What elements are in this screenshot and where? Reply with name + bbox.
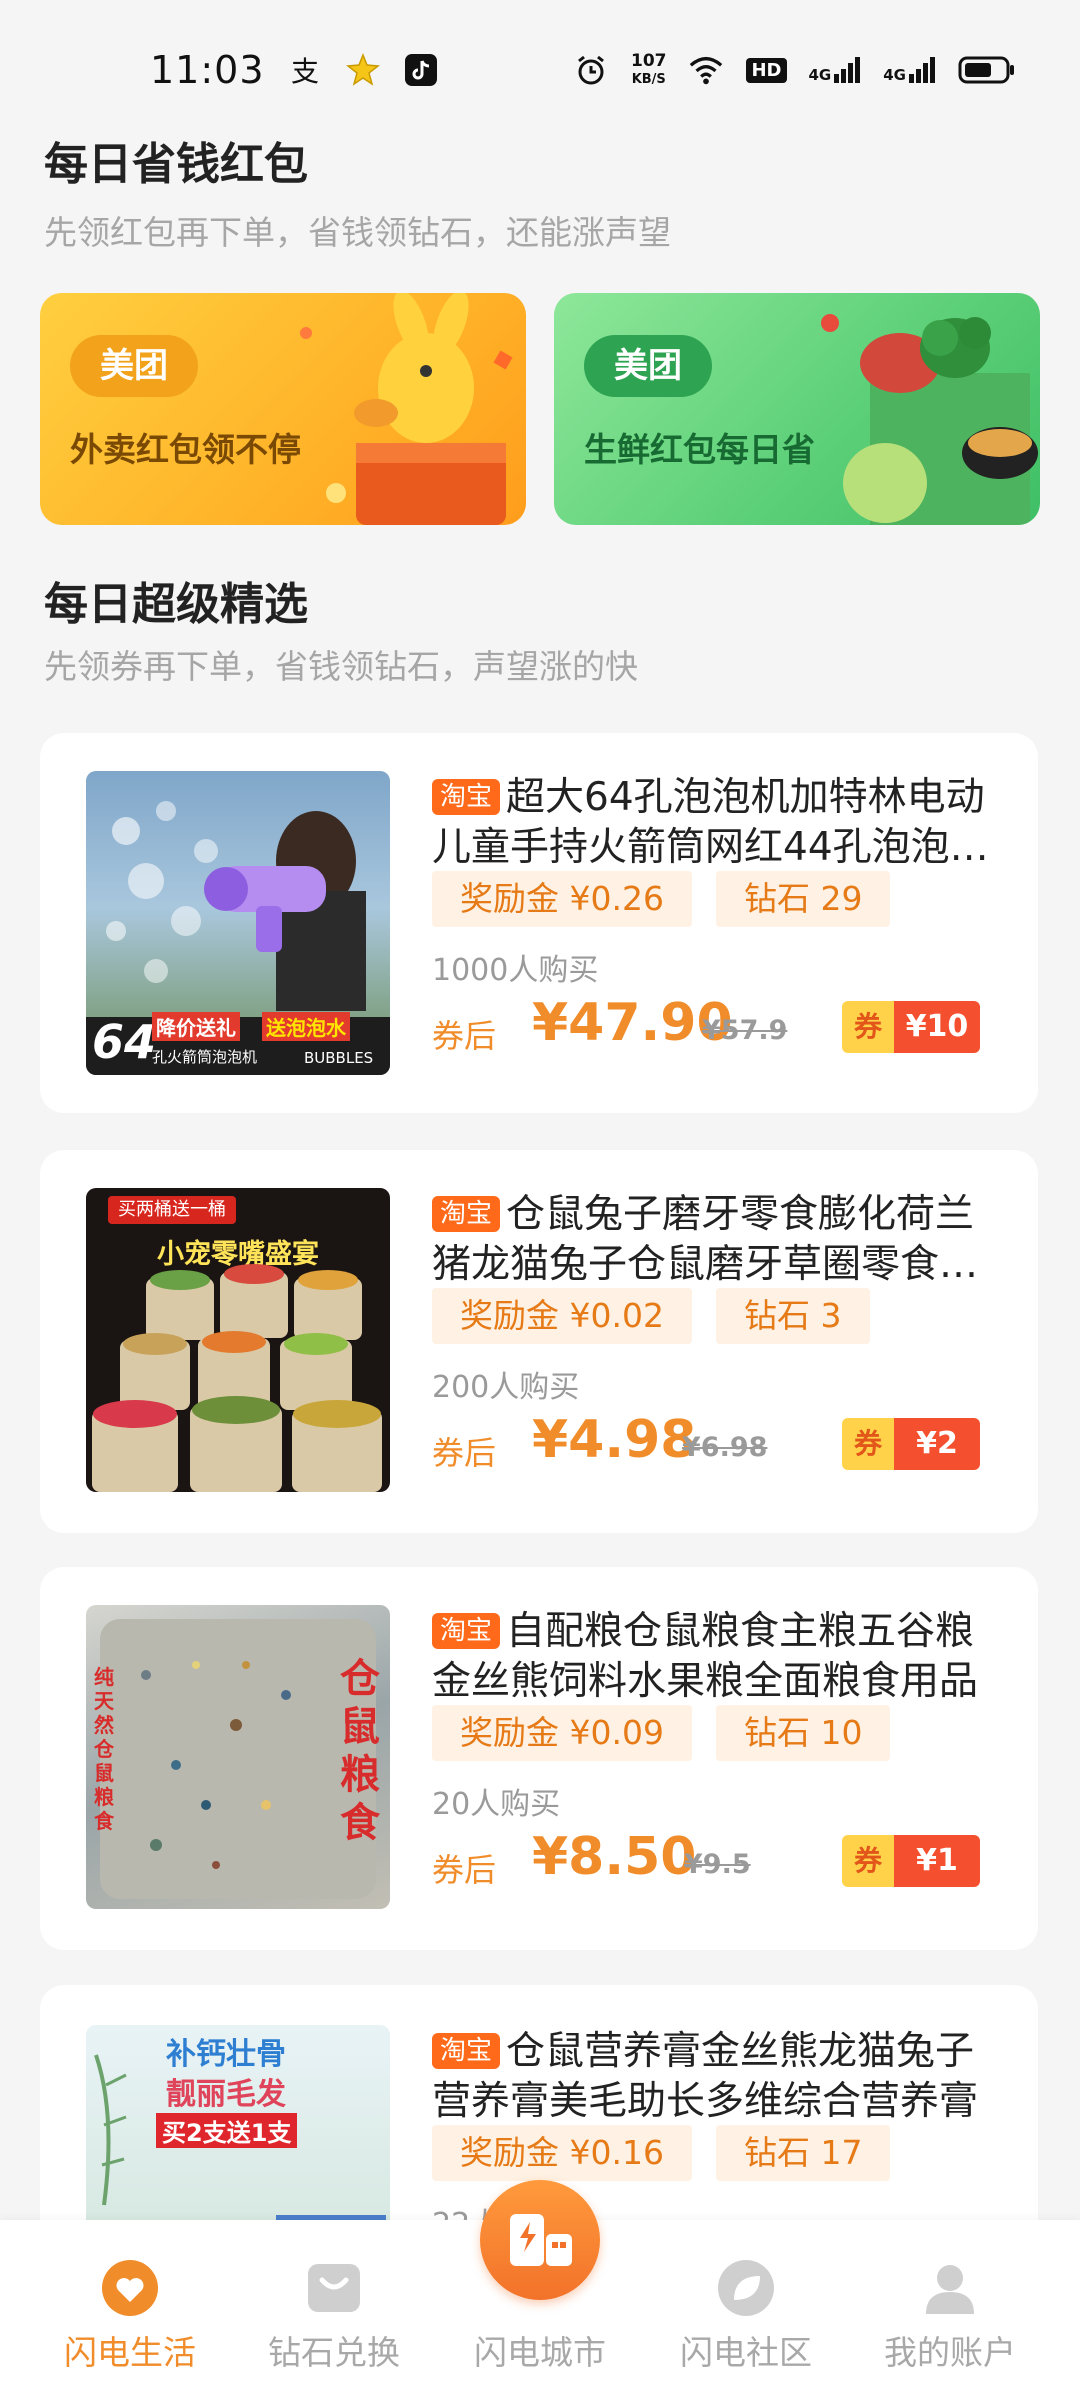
signal-icon xyxy=(834,57,861,83)
price: ¥4.98 xyxy=(532,1410,697,1470)
taobao-badge: 淘宝 xyxy=(432,779,501,815)
product-title: 淘宝仓鼠兔子磨牙零食膨化荷兰猪龙猫兔子仓鼠磨牙草圈零食用品 xyxy=(432,1192,979,1287)
diamond-tag: 钻石 3 xyxy=(716,1288,870,1344)
redpack-section-title: 每日省钱红包 xyxy=(44,139,308,190)
svg-text:支: 支 xyxy=(291,55,319,87)
leaf-icon xyxy=(718,2260,774,2316)
after-coupon-label: 券后 xyxy=(432,1434,497,1472)
gun-subtitle: 孔火箭筒泡泡机 xyxy=(152,1048,258,1066)
original-price: ¥57.9 xyxy=(702,1015,788,1046)
product-card[interactable]: 64 降价送礼 送泡泡水 孔火箭筒泡泡机 BUBBLES 淘宝 超大64孔泡泡机加… xyxy=(40,733,1038,1113)
sold-count: 1000人购买 xyxy=(432,953,599,988)
nav-label: 闪电城市 xyxy=(474,2333,606,2372)
status-bar: 11:03 支 107 KB/S HD 4G 4G xyxy=(0,0,1080,140)
snack-jars-image xyxy=(92,1264,382,1492)
person-icon xyxy=(926,2265,974,2314)
hd-badge: HD xyxy=(746,57,787,83)
meituan-brand-pill: 美团 xyxy=(584,335,712,397)
paste-line-3: 买2支送1支 xyxy=(156,2113,298,2148)
original-price: ¥6.98 xyxy=(682,1432,768,1463)
gun-badge-number: 64 xyxy=(92,1015,157,1069)
coupon-label: 券 xyxy=(842,1418,894,1470)
meituan-fresh-banner[interactable]: 美团 生鲜红包每日省 xyxy=(554,293,1040,525)
diamond-tag: 钻石 17 xyxy=(716,2125,891,2181)
signal-2: 4G xyxy=(883,56,936,84)
coupon-value: ¥2 xyxy=(894,1418,980,1470)
vegetables-icon xyxy=(821,314,1038,525)
taobao-badge: 淘宝 xyxy=(432,1196,501,1232)
nav-item-diamond-exchange[interactable]: 钻石兑换 xyxy=(226,2220,442,2400)
coupon-badge[interactable]: 券 ¥10 xyxy=(842,1001,980,1053)
tiktok-icon xyxy=(403,52,439,88)
banner-text: 生鲜红包每日省 xyxy=(584,430,815,469)
meituan-food-banner[interactable]: 美团 外卖红包领不停 xyxy=(40,293,526,525)
coupon-value: ¥1 xyxy=(894,1835,980,1887)
alarm-icon xyxy=(573,52,609,88)
nav-label: 闪电生活 xyxy=(64,2333,196,2372)
original-price: ¥9.5 xyxy=(684,1849,751,1880)
taobao-badge: 淘宝 xyxy=(432,1613,501,1649)
product-card[interactable]: 买两桶送一桶 小宠零嘴盛宴 淘宝 仓鼠兔子磨牙零食膨化荷兰猪龙猫兔子仓鼠磨牙草圈零… xyxy=(40,1150,1038,1533)
coupon-badge[interactable]: 券 ¥1 xyxy=(842,1835,980,1887)
nav-label: 钻石兑换 xyxy=(268,2333,400,2372)
picks-section-title: 每日超级精选 xyxy=(44,579,308,630)
gun-bubbles-label: BUBBLES xyxy=(304,1049,374,1067)
nav-item-life[interactable]: 闪电生活 xyxy=(22,2220,238,2400)
product-image: 买两桶送一桶 小宠零嘴盛宴 xyxy=(86,1188,390,1492)
grain-side-label: 纯天然 仓鼠粮食 xyxy=(94,1665,114,1833)
reward-tag: 奖励金 ¥0.09 xyxy=(432,1705,692,1761)
diamond-tag: 钻石 10 xyxy=(716,1705,891,1761)
reward-tag: 奖励金 ¥0.02 xyxy=(432,1288,692,1344)
coupon-label: 券 xyxy=(842,1001,894,1053)
status-time: 11:03 xyxy=(150,48,265,92)
lightning-city-button[interactable] xyxy=(480,2180,600,2300)
heart-icon xyxy=(102,2260,158,2316)
banner-text: 外卖红包领不停 xyxy=(70,430,301,469)
product-title: 淘宝超大64孔泡泡机加特林电动儿童手持火箭筒网红44孔泡泡枪玩具 xyxy=(432,775,989,870)
product-title: 淘宝 自配粮仓鼠粮食主粮五谷粮金丝熊饲料水果粮全面粮食用品 xyxy=(432,1609,979,1704)
product-card[interactable]: 纯天然 仓鼠粮食 仓鼠粮食 淘宝 自配粮仓鼠粮食主粮五谷粮金丝熊饲料水果粮全面粮食… xyxy=(40,1567,1038,1950)
picks-section-subtitle: 先领券再下单，省钱领钻石，声望涨的快 xyxy=(44,647,638,686)
product-title: 淘宝 仓鼠营养膏金丝熊龙猫兔子营养膏美毛助长多维综合营养膏 xyxy=(432,2029,979,2124)
product-image: 64 降价送礼 送泡泡水 孔火箭筒泡泡机 BUBBLES xyxy=(86,771,390,1075)
after-coupon-label: 券后 xyxy=(432,1851,497,1889)
gun-banner-2: 送泡泡水 xyxy=(262,1012,350,1041)
diamond-tag: 钻石 29 xyxy=(716,871,891,927)
coupon-value: ¥10 xyxy=(894,1001,980,1053)
bag-icon xyxy=(308,2264,360,2312)
coupon-label: 券 xyxy=(842,1835,894,1887)
nav-label: 闪电社区 xyxy=(680,2333,812,2372)
price: ¥8.50 xyxy=(532,1827,697,1887)
taobao-badge: 淘宝 xyxy=(432,2033,501,2069)
nav-label: 我的账户 xyxy=(884,2333,1016,2372)
network-speed: 107 KB/S xyxy=(630,50,667,87)
paste-line-1: 补钙壮骨 xyxy=(166,2037,286,2072)
sold-count: 200人购买 xyxy=(432,1370,580,1405)
reward-tag: 奖励金 ¥0.16 xyxy=(432,2125,692,2181)
battery-icon xyxy=(958,52,1016,88)
after-coupon-label: 券后 xyxy=(432,1017,497,1055)
alipay-icon: 支 xyxy=(287,52,323,88)
nav-item-community[interactable]: 闪电社区 xyxy=(638,2220,854,2400)
paste-line-2: 靓丽毛发 xyxy=(166,2077,286,2112)
lightning-city-icon xyxy=(510,2214,572,2266)
gun-banner: 降价送礼 xyxy=(152,1012,240,1041)
reward-tag: 奖励金 ¥0.26 xyxy=(432,871,692,927)
nav-item-account[interactable]: 我的账户 xyxy=(842,2220,1058,2400)
product-image: 纯天然 仓鼠粮食 仓鼠粮食 xyxy=(86,1605,390,1909)
signal-1: 4G xyxy=(809,56,862,84)
coupon-badge[interactable]: 券 ¥2 xyxy=(842,1418,980,1470)
redpack-section-subtitle: 先领红包再下单，省钱领钻石，还能涨声望 xyxy=(44,213,671,252)
grain-big-label: 仓鼠粮食 xyxy=(340,1656,380,1846)
star-app-icon xyxy=(345,52,381,88)
sold-count: 20人购买 xyxy=(432,1787,561,1822)
kangaroo-mascot-icon xyxy=(300,293,513,525)
meituan-brand-pill: 美团 xyxy=(70,335,198,397)
signal-icon xyxy=(909,57,935,83)
wifi-icon xyxy=(688,52,724,88)
